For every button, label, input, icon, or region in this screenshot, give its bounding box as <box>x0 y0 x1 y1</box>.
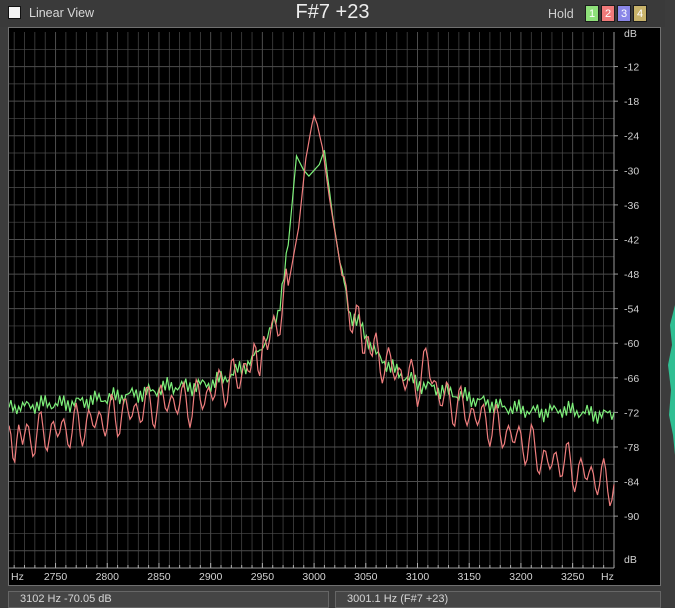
x-tick-label: 2750 <box>44 571 68 583</box>
y-axis-ticks: -12 -18 -24 -30 -36 -42 -48 -54 -60 -66 -72 -78 -84 -… <box>614 62 639 523</box>
y-tick-label: -66 <box>624 373 639 385</box>
x-tick-label: 3250 <box>561 571 585 583</box>
spectrum-chart[interactable]: -12 -18 -24 -30 -36 -42 -48 -54 -60 -66 -72 -78 -84 -… <box>8 28 660 585</box>
level-meter-edge <box>668 305 675 455</box>
spectrum-line-green <box>8 149 615 424</box>
x-axis-unit-left: Hz <box>11 571 24 583</box>
y-tick-label: -48 <box>624 269 639 281</box>
x-axis-unit-right: Hz <box>601 571 614 583</box>
y-tick-label: -18 <box>624 96 639 108</box>
y-tick-label: -30 <box>624 165 639 177</box>
y-axis-unit-top: dB <box>624 28 637 40</box>
y-tick-label: -54 <box>624 304 639 316</box>
x-tick-label: 3000 <box>302 571 326 583</box>
x-axis-ticks: 2750 2800 2850 2900 2950 3000 3050 3100 3150 3200… <box>13 563 615 583</box>
x-tick-label: 3100 <box>406 571 430 583</box>
y-axis-unit-bottom: dB <box>624 554 637 566</box>
x-tick-label: 3200 <box>509 571 533 583</box>
x-tick-label: 2950 <box>251 571 275 583</box>
hold-button-2[interactable]: 2 <box>601 5 615 22</box>
cursor-readout-text: 3102 Hz -70.05 dB <box>20 593 112 605</box>
y-tick-label: -60 <box>624 338 639 350</box>
y-tick-label: -84 <box>624 477 639 489</box>
hold-button-4[interactable]: 4 <box>633 5 647 22</box>
cursor-readout: 3102 Hz -70.05 dB <box>8 591 329 608</box>
hold-button-1[interactable]: 1 <box>585 5 599 22</box>
y-tick-label: -72 <box>624 407 639 419</box>
y-tick-label: -90 <box>624 511 639 523</box>
y-tick-label: -12 <box>624 62 639 74</box>
x-tick-label: 2800 <box>96 571 120 583</box>
hold-label: Hold <box>548 7 574 21</box>
peak-readout: 3001.1 Hz (F#7 +23) <box>335 591 661 608</box>
x-tick-label: 2900 <box>199 571 223 583</box>
grid-lines <box>9 32 615 569</box>
y-tick-label: -36 <box>624 200 639 212</box>
y-tick-label: -24 <box>624 131 639 143</box>
spectrum-plot-frame[interactable]: -12 -18 -24 -30 -36 -42 -48 -54 -60 -66 -72 -78 -84 -… <box>8 27 661 586</box>
x-tick-label: 3050 <box>354 571 378 583</box>
peak-readout-text: 3001.1 Hz (F#7 +23) <box>347 593 449 605</box>
hold-button-3[interactable]: 3 <box>617 5 631 22</box>
y-tick-label: -78 <box>624 442 639 454</box>
x-tick-label: 3150 <box>458 571 482 583</box>
x-tick-label: 2850 <box>147 571 171 583</box>
toolbar: Linear View F#7 +23 Hold 1 2 3 4 <box>0 0 665 27</box>
y-tick-label: -42 <box>624 234 639 246</box>
